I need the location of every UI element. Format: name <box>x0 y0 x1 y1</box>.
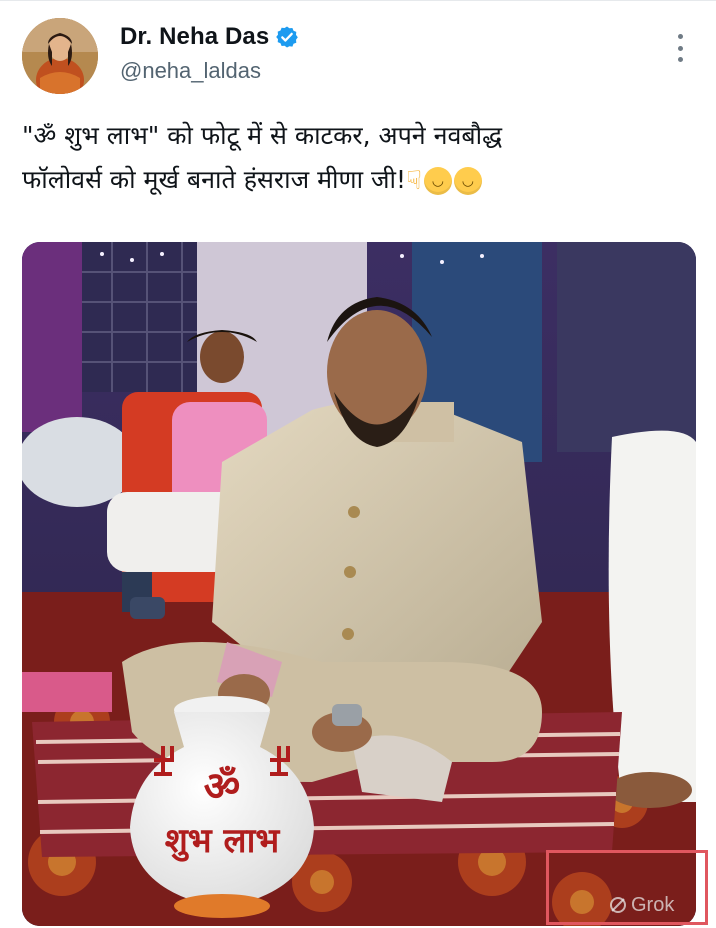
pot-text: शुभ लाभ <box>165 821 281 862</box>
author-handle[interactable]: @neha_laldas <box>120 58 261 84</box>
annotation-highlight-box <box>546 850 708 925</box>
more-dot <box>677 57 683 62</box>
tweet-text: "ॐ शुभ लाभ" को फोटू में से काटकर, अपने न… <box>22 114 702 203</box>
photo-scene: ॐ शुभ लाभ <box>22 242 696 926</box>
tears-of-joy-emoji-icon: ◡ <box>423 167 452 195</box>
pot-om-symbol: ॐ <box>204 764 240 810</box>
tweet-text-line-2: फॉलोवर्स को मूर्ख बनाते हंसराज मीणा जी!☟… <box>22 158 702 203</box>
author-avatar[interactable] <box>22 18 98 94</box>
more-dot <box>677 45 683 51</box>
pointing-down-emoji-icon: ☟ <box>406 166 422 196</box>
more-options-icon[interactable] <box>668 34 692 62</box>
verified-badge-icon <box>275 25 299 49</box>
tears-of-joy-emoji-icon: ◡ <box>453 167 482 195</box>
author-name-row[interactable]: Dr. Neha Das <box>120 22 299 52</box>
tweet-text-line-2-text: फॉलोवर्स को मूर्ख बनाते हंसराज मीणा जी! <box>22 165 407 194</box>
more-dot <box>677 34 683 39</box>
tweet-text-line-1: "ॐ शुभ लाभ" को फोटू में से काटकर, अपने न… <box>22 121 503 150</box>
author-display-name[interactable]: Dr. Neha Das <box>120 23 269 51</box>
avatar-photo <box>22 18 98 94</box>
tweet-card[interactable]: Dr. Neha Das @neha_laldas "ॐ शुभ लाभ" को… <box>0 0 716 928</box>
tweet-media-photo[interactable]: ॐ शुभ लाभ <box>22 242 696 926</box>
